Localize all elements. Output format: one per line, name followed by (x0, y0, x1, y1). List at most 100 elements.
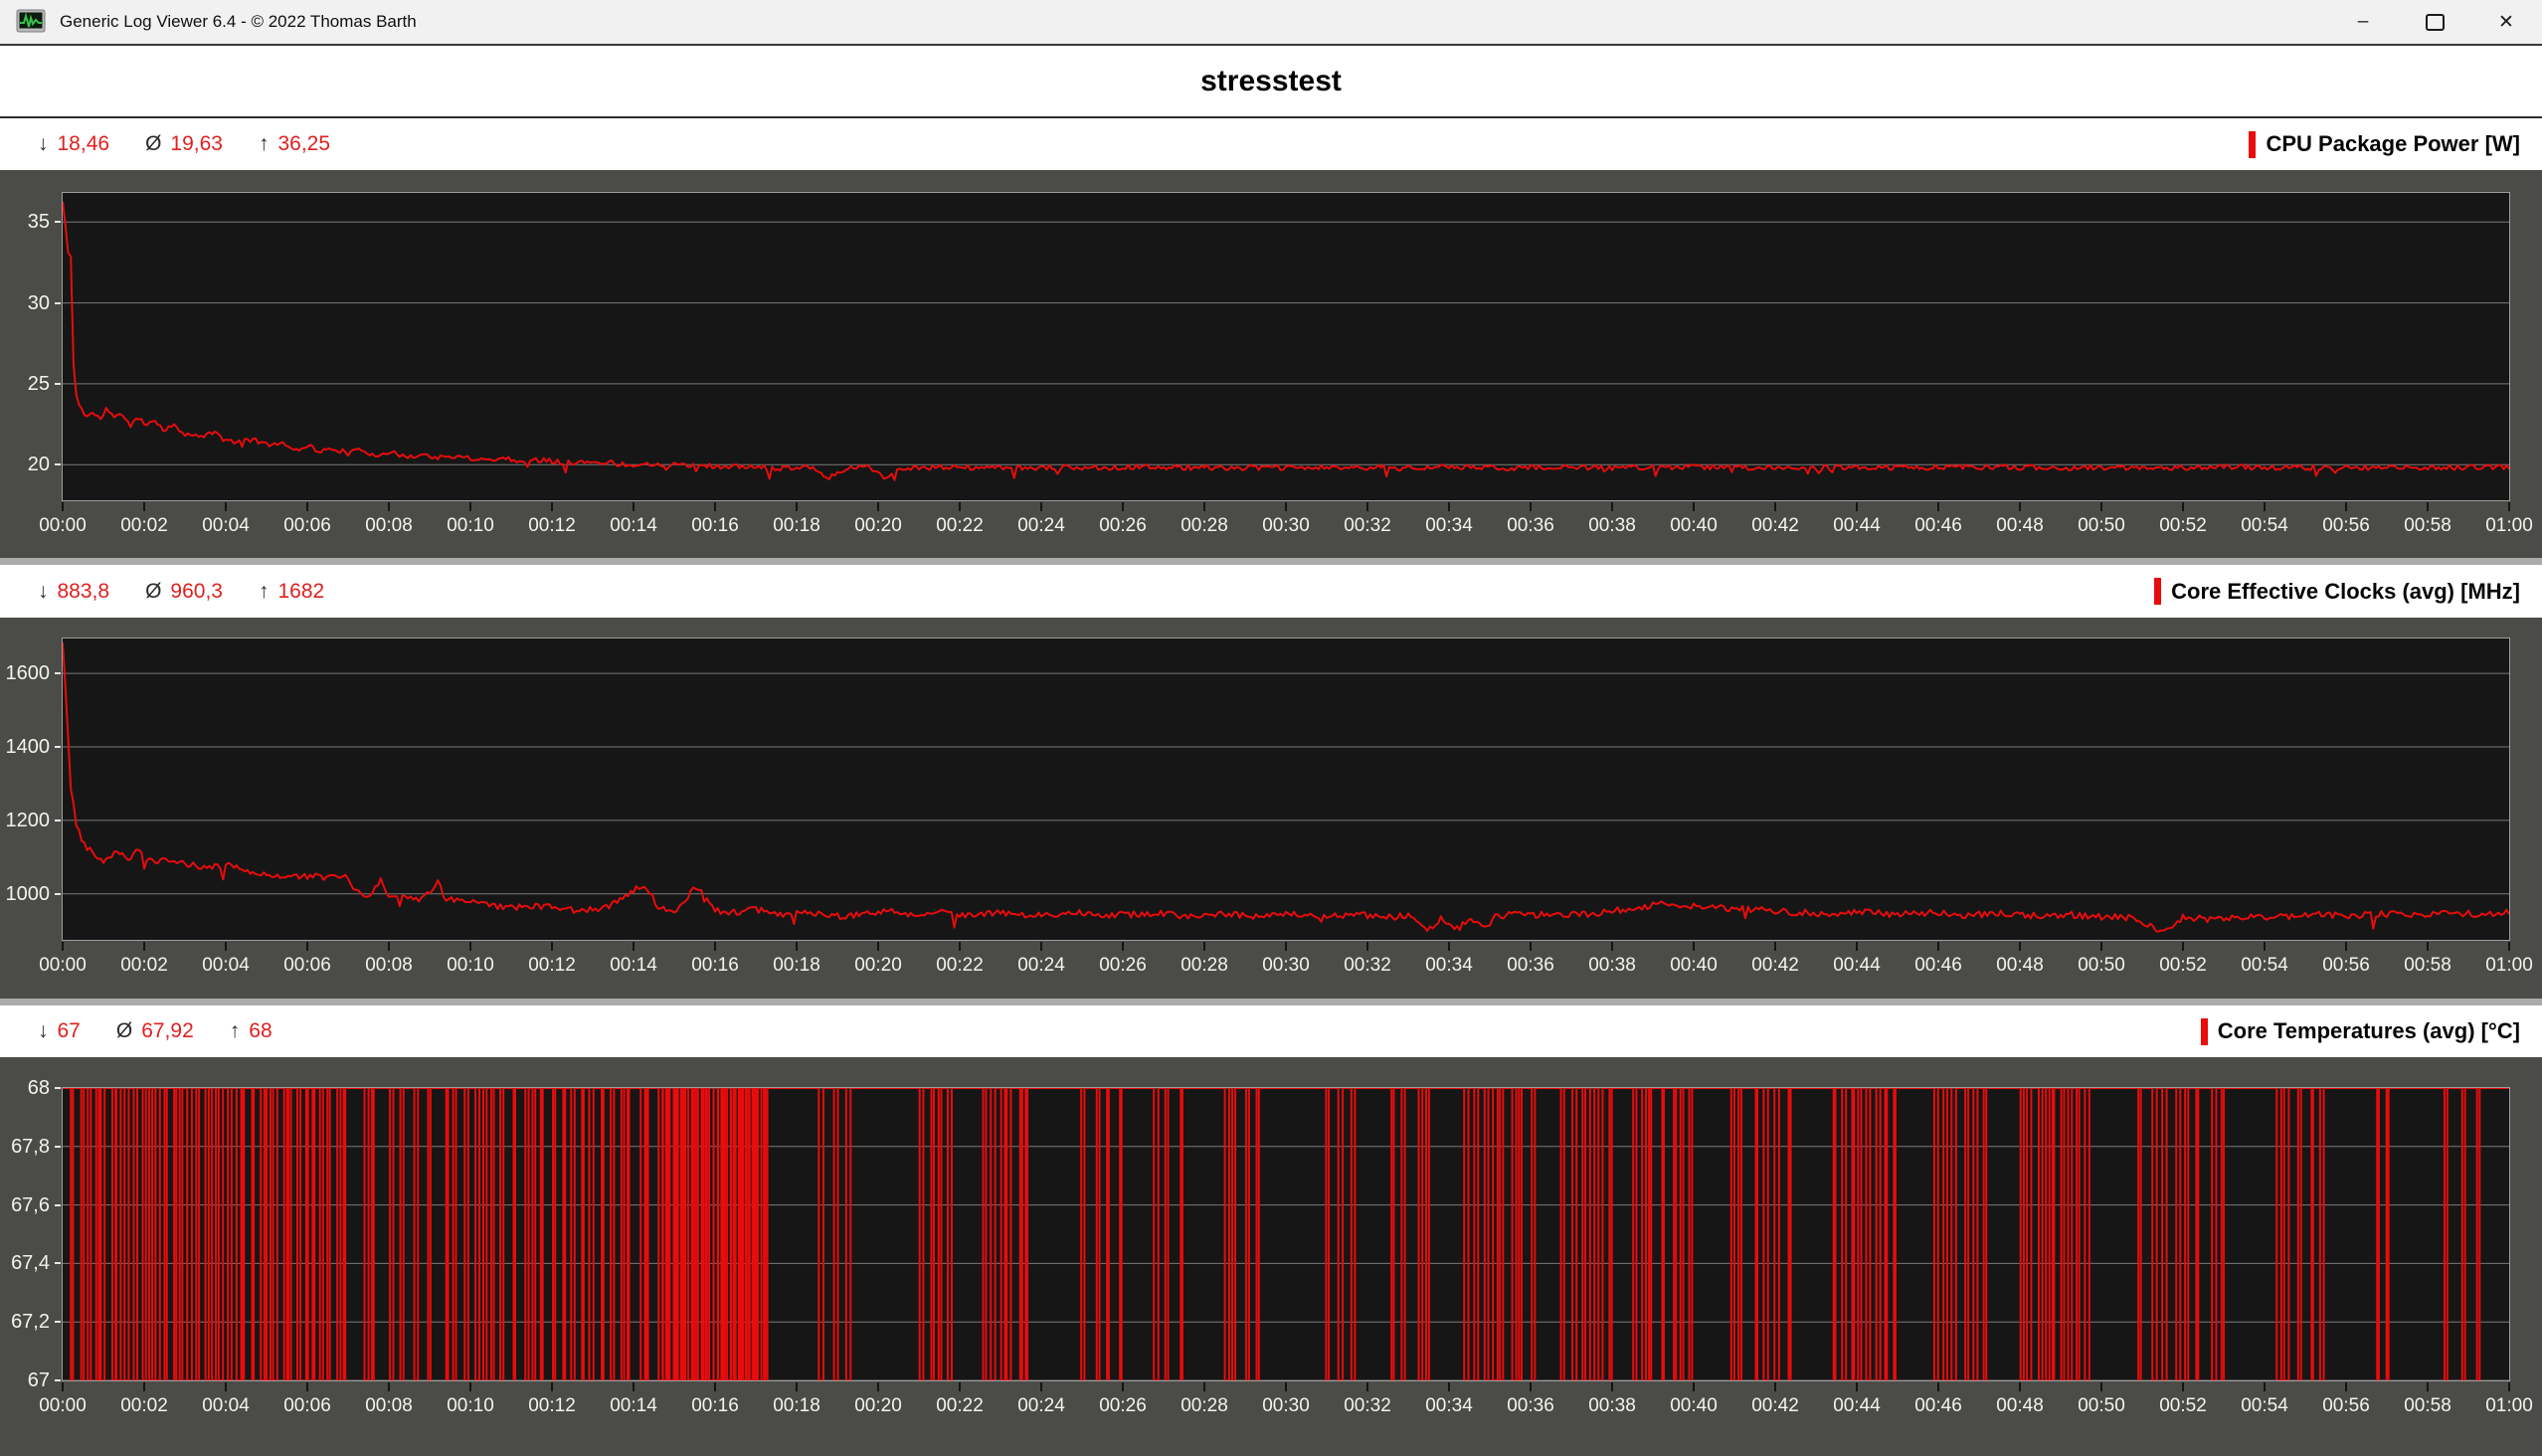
x-axis-label: 00:58 (2386, 955, 2469, 977)
stat-min: ↓67 (38, 1019, 81, 1043)
maximize-icon (2426, 14, 2445, 31)
x-axis-label: 00:06 (266, 515, 349, 537)
x-axis-tick (2427, 502, 2429, 511)
chart-section-cpu-package-power: ↓18,46 Ø19,63 ↑36,25 CPU Package Power [… (0, 118, 2542, 565)
close-button[interactable]: ✕ (2470, 0, 2542, 44)
title-bar[interactable]: Generic Log Viewer 6.4 - © 2022 Thomas B… (0, 0, 2542, 46)
x-axis-tick (1530, 1382, 1532, 1391)
chart-legend: Core Effective Clocks (avg) [MHz] (2154, 578, 2524, 605)
x-axis-tick (1611, 942, 1613, 951)
x-axis-label: 00:54 (2223, 955, 2306, 977)
x-axis-label: 00:56 (2304, 1395, 2388, 1417)
x-axis-tick (2508, 942, 2510, 951)
x-axis-tick (796, 502, 798, 511)
y-axis-label: 67,8 (0, 1137, 50, 1157)
x-axis-tick (225, 1382, 227, 1391)
y-axis-tick (55, 893, 61, 895)
x-axis-label: 00:10 (429, 955, 512, 977)
x-axis-label: 00:44 (1815, 955, 1899, 977)
x-axis-label: 00:20 (836, 1395, 920, 1417)
x-axis-tick (469, 1382, 471, 1391)
x-axis-tick (633, 502, 635, 511)
x-axis-tick (877, 1382, 879, 1391)
y-axis-label: 67 (0, 1370, 50, 1390)
x-axis-tick (2264, 942, 2266, 951)
x-axis-label: 00:48 (1978, 955, 2062, 977)
x-axis-tick (1774, 502, 1776, 511)
x-axis-label: 00:08 (347, 515, 431, 537)
chart-canvas (63, 193, 2509, 500)
x-axis-label: 00:42 (1733, 955, 1817, 977)
y-axis-tick (55, 1146, 61, 1148)
x-axis-label: 00:10 (429, 515, 512, 537)
x-axis-label: 00:30 (1244, 955, 1328, 977)
up-arrow-icon: ↑ (230, 1019, 241, 1042)
y-axis-tick (55, 1379, 61, 1381)
y-axis-tick (55, 672, 61, 674)
x-axis-tick (2345, 1382, 2347, 1391)
x-axis-label: 00:02 (102, 1395, 186, 1417)
x-axis-label: 00:28 (1163, 955, 1246, 977)
x-axis-tick (1774, 942, 1776, 951)
legend-label: Core Temperatures (avg) [°C] (2218, 1018, 2520, 1044)
y-axis-label: 1000 (0, 884, 50, 904)
x-axis-label: 00:20 (836, 955, 920, 977)
x-axis-label: 00:32 (1326, 515, 1409, 537)
series-line (63, 642, 2509, 932)
y-axis-tick (55, 1321, 61, 1323)
x-axis-tick (388, 502, 390, 511)
x-axis-label: 00:18 (755, 955, 838, 977)
x-axis-tick (1693, 942, 1695, 951)
x-axis-label: 00:50 (2060, 955, 2143, 977)
x-axis-label: 00:46 (1897, 955, 1980, 977)
x-axis-label: 00:02 (102, 955, 186, 977)
x-axis-tick (1040, 1382, 1042, 1391)
series-line (63, 1088, 2509, 1380)
x-axis-label: 00:42 (1733, 1395, 1817, 1417)
chart-panel: 160014001200100000:0000:0200:0400:0600:0… (0, 618, 2542, 1005)
minimize-button[interactable]: – (2327, 0, 2399, 44)
x-axis-label: 00:00 (21, 515, 104, 537)
x-axis-label: 00:34 (1407, 955, 1491, 977)
x-axis-tick (1856, 1382, 1858, 1391)
plot-area[interactable] (62, 1087, 2510, 1381)
x-axis-tick (1530, 502, 1532, 511)
page-title: stresstest (1200, 65, 1342, 98)
x-axis-label: 00:50 (2060, 515, 2143, 537)
stats-group: ↓883,8 Ø960,3 ↑1682 (38, 580, 324, 604)
y-axis-label: 67,2 (0, 1312, 50, 1332)
x-axis-tick (2019, 942, 2021, 951)
avg-value: 960,3 (170, 580, 223, 603)
x-axis-tick (959, 502, 961, 511)
chart-panel: 6867,867,667,467,26700:0000:0200:0400:06… (0, 1057, 2542, 1456)
x-axis-tick (1693, 502, 1695, 511)
x-axis-tick (2427, 942, 2429, 951)
app-window: Generic Log Viewer 6.4 - © 2022 Thomas B… (0, 0, 2542, 1456)
x-axis-label: 00:28 (1163, 1395, 1246, 1417)
y-axis-label: 1600 (0, 663, 50, 683)
chart-legend: CPU Package Power [W] (2249, 131, 2524, 158)
average-symbol-icon: Ø (145, 132, 161, 155)
x-axis-tick (469, 942, 471, 951)
up-arrow-icon: ↑ (259, 580, 270, 603)
x-axis-tick (2019, 1382, 2021, 1391)
x-axis-tick (1366, 1382, 1368, 1391)
x-axis-label: 00:34 (1407, 1395, 1491, 1417)
x-axis-label: 00:46 (1897, 515, 1980, 537)
min-value: 67 (58, 1019, 81, 1042)
x-axis-tick (143, 502, 145, 511)
up-arrow-icon: ↑ (259, 132, 270, 155)
x-axis-label: 00:00 (21, 955, 104, 977)
x-axis-tick (1122, 502, 1124, 511)
x-axis-tick (1530, 942, 1532, 951)
x-axis-tick (2100, 502, 2102, 511)
y-axis-label: 1400 (0, 737, 50, 757)
x-axis-tick (2100, 942, 2102, 951)
x-axis-tick (714, 1382, 716, 1391)
x-axis-label: 01:00 (2467, 955, 2542, 977)
x-axis-label: 00:52 (2141, 1395, 2225, 1417)
x-axis-label: 00:48 (1978, 515, 2062, 537)
maximize-button[interactable] (2399, 0, 2470, 44)
plot-area[interactable] (62, 637, 2510, 941)
plot-area[interactable] (62, 192, 2510, 501)
